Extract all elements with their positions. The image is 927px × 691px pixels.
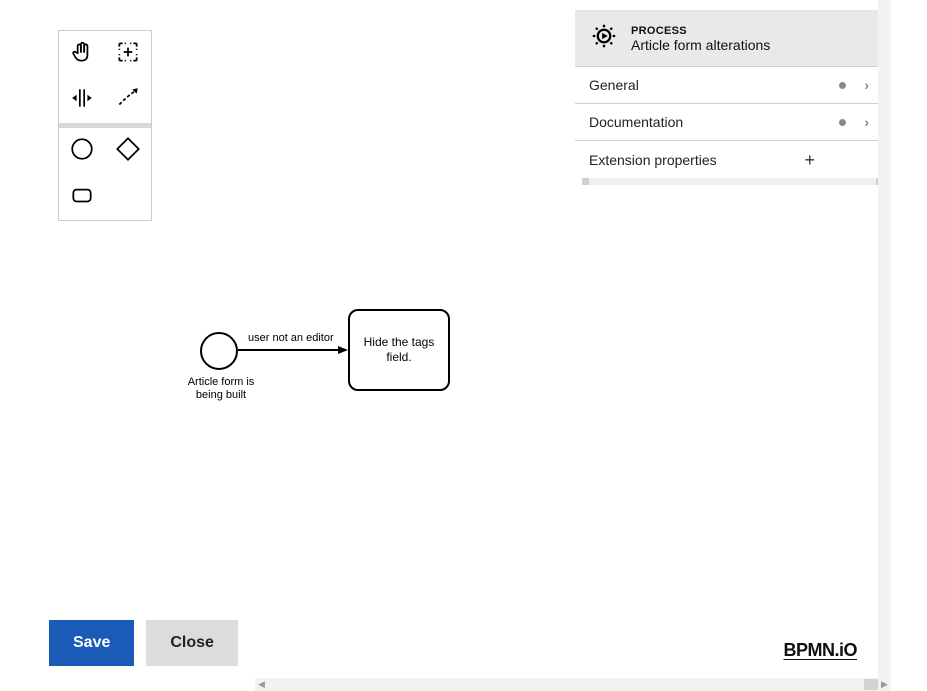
diamond-icon [115, 136, 141, 167]
section-label: Documentation [589, 114, 683, 130]
create-task[interactable] [59, 174, 105, 220]
hand-icon [69, 39, 95, 70]
properties-eyebrow: PROCESS [631, 25, 770, 37]
connection-tool[interactable] [105, 77, 151, 123]
close-button[interactable]: Close [146, 620, 238, 666]
lasso-icon [115, 39, 141, 70]
start-event-label: Article form is being built [173, 376, 269, 402]
bpmn-io-logo[interactable]: BPMN.iO [783, 640, 857, 661]
scroll-right-icon[interactable]: ▶ [878, 678, 891, 691]
properties-title: Article form alterations [631, 37, 770, 53]
properties-panel: PROCESS Article form alterations General… [575, 10, 883, 179]
process-icon [589, 21, 619, 56]
tool-palette [58, 30, 152, 221]
properties-header: PROCESS Article form alterations [575, 11, 883, 66]
chevron-right-icon: › [864, 77, 869, 93]
create-start-event[interactable] [59, 128, 105, 174]
props-horizontal-scrollbar[interactable] [582, 178, 883, 185]
plus-icon[interactable]: + [804, 151, 815, 169]
scroll-thumb[interactable] [864, 679, 878, 690]
hand-tool[interactable] [59, 31, 105, 77]
save-button[interactable]: Save [49, 620, 134, 666]
space-tool[interactable] [59, 77, 105, 123]
page-vertical-scrollbar[interactable] [878, 0, 891, 678]
section-label: General [589, 77, 639, 93]
scroll-left-icon[interactable]: ◀ [255, 678, 268, 691]
rounded-rect-icon [69, 182, 95, 213]
task-label: Hide the tags field. [356, 335, 442, 365]
sequence-flow[interactable] [238, 346, 348, 360]
section-label: Extension properties [589, 152, 717, 168]
lasso-tool[interactable] [105, 31, 151, 77]
section-general[interactable]: General › [575, 66, 883, 103]
page-horizontal-scrollbar[interactable]: ◀ ▶ [255, 678, 891, 691]
palette-empty [105, 174, 151, 220]
space-icon [69, 85, 95, 116]
create-gateway[interactable] [105, 128, 151, 174]
chevron-right-icon: › [864, 114, 869, 130]
sequence-flow-label: user not an editor [248, 332, 334, 344]
footer: Save Close [49, 620, 238, 666]
section-documentation[interactable]: Documentation › [575, 103, 883, 140]
dot-icon [839, 82, 846, 89]
task[interactable]: Hide the tags field. [348, 309, 450, 391]
dot-icon [839, 119, 846, 126]
section-extension-properties[interactable]: Extension properties + [575, 140, 883, 179]
start-event[interactable] [200, 332, 238, 370]
circle-icon [69, 136, 95, 167]
connection-icon [115, 85, 141, 116]
